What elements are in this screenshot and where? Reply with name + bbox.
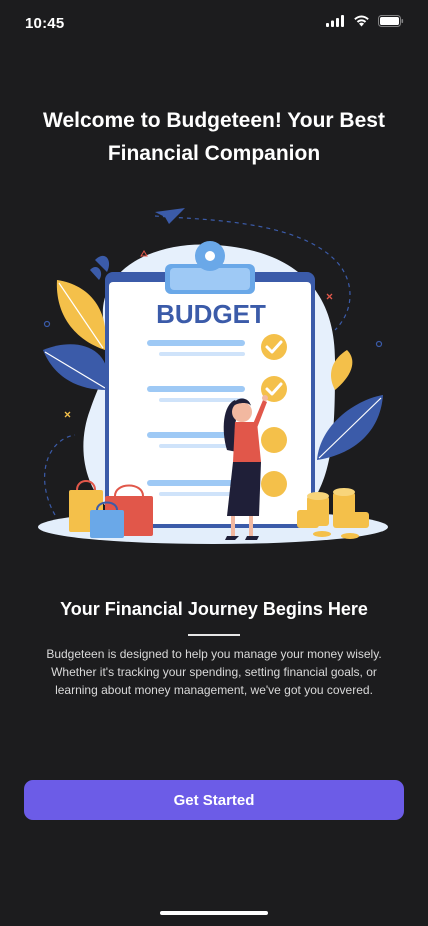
signal-icon [326, 15, 344, 27]
status-time: 10:45 [25, 15, 65, 32]
section-heading: Your Financial Journey Begins Here [60, 599, 368, 619]
heading-divider [188, 634, 240, 636]
intro-description: Budgeteen is designed to help you manage… [46, 647, 382, 697]
clipboard-title: BUDGET [156, 299, 266, 329]
home-indicator[interactable] [160, 911, 268, 915]
battery-icon [378, 15, 404, 27]
budget-illustration: BUDGET [38, 208, 388, 544]
get-started-button[interactable]: Get Started [24, 780, 404, 820]
wifi-icon [354, 15, 369, 27]
status-bar: 10:45 [0, 0, 428, 46]
welcome-title: Welcome to Budgeteen! Your Best Financia… [43, 109, 385, 165]
leaf-blue-left [43, 344, 109, 390]
status-icons [326, 15, 404, 27]
paper-plane-icon [155, 208, 185, 224]
checkmark-icon [261, 334, 287, 360]
